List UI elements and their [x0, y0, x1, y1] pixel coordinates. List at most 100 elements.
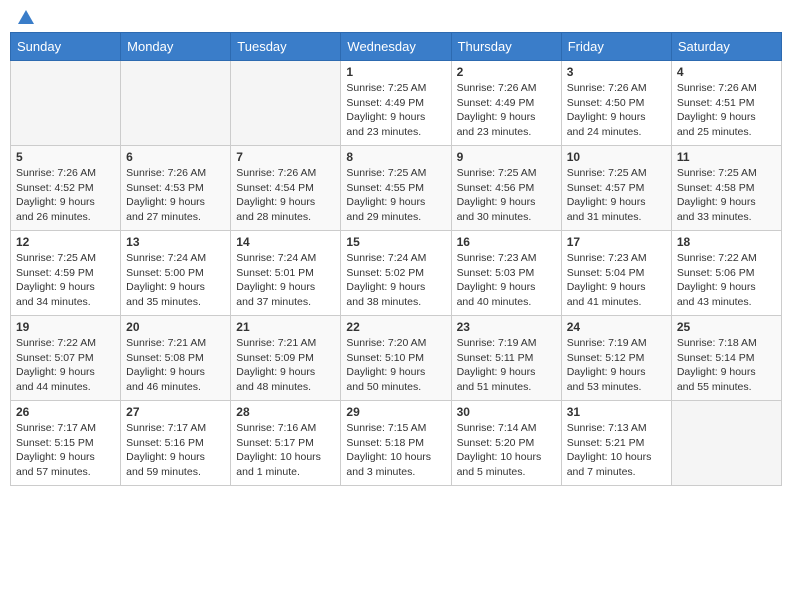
day-number: 16	[457, 235, 556, 249]
day-number: 26	[16, 405, 115, 419]
day-number: 11	[677, 150, 776, 164]
column-header-monday: Monday	[121, 33, 231, 61]
day-info: Sunrise: 7:25 AM Sunset: 4:56 PM Dayligh…	[457, 166, 556, 225]
calendar-header-row: SundayMondayTuesdayWednesdayThursdayFrid…	[11, 33, 782, 61]
day-number: 30	[457, 405, 556, 419]
day-number: 2	[457, 65, 556, 79]
calendar-cell: 17 Sunrise: 7:23 AM Sunset: 5:04 PM Dayli…	[561, 231, 671, 316]
calendar-week-2: 5 Sunrise: 7:26 AM Sunset: 4:52 PM Daylig…	[11, 146, 782, 231]
calendar-cell: 30 Sunrise: 7:14 AM Sunset: 5:20 PM Dayli…	[451, 401, 561, 486]
day-info: Sunrise: 7:25 AM Sunset: 4:59 PM Dayligh…	[16, 251, 115, 310]
day-number: 9	[457, 150, 556, 164]
day-number: 23	[457, 320, 556, 334]
calendar-cell: 22 Sunrise: 7:20 AM Sunset: 5:10 PM Dayli…	[341, 316, 451, 401]
calendar-cell: 27 Sunrise: 7:17 AM Sunset: 5:16 PM Dayli…	[121, 401, 231, 486]
calendar-cell	[11, 61, 121, 146]
day-number: 10	[567, 150, 666, 164]
calendar-cell: 10 Sunrise: 7:25 AM Sunset: 4:57 PM Dayli…	[561, 146, 671, 231]
day-number: 19	[16, 320, 115, 334]
day-info: Sunrise: 7:18 AM Sunset: 5:14 PM Dayligh…	[677, 336, 776, 395]
day-info: Sunrise: 7:19 AM Sunset: 5:12 PM Dayligh…	[567, 336, 666, 395]
calendar-cell: 15Sunrise: 7:24 AM Sunset: 5:02 PM Dayli…	[341, 231, 451, 316]
calendar-cell: 12 Sunrise: 7:25 AM Sunset: 4:59 PM Dayli…	[11, 231, 121, 316]
day-info: Sunrise: 7:21 AM Sunset: 5:09 PM Dayligh…	[236, 336, 335, 395]
day-number: 18	[677, 235, 776, 249]
column-header-wednesday: Wednesday	[341, 33, 451, 61]
logo	[14, 10, 36, 24]
calendar-cell: 14 Sunrise: 7:24 AM Sunset: 5:01 PM Dayli…	[231, 231, 341, 316]
calendar-cell: 24 Sunrise: 7:19 AM Sunset: 5:12 PM Dayli…	[561, 316, 671, 401]
calendar-week-3: 12 Sunrise: 7:25 AM Sunset: 4:59 PM Dayli…	[11, 231, 782, 316]
day-info: Sunrise: 7:21 AM Sunset: 5:08 PM Dayligh…	[126, 336, 225, 395]
calendar-cell: 29 Sunrise: 7:15 AM Sunset: 5:18 PM Dayli…	[341, 401, 451, 486]
day-info: Sunrise: 7:23 AM Sunset: 5:04 PM Dayligh…	[567, 251, 666, 310]
day-number: 13	[126, 235, 225, 249]
day-info: Sunrise: 7:25 AM Sunset: 4:49 PM Dayligh…	[346, 81, 445, 140]
calendar-week-1: 1Sunrise: 7:25 AM Sunset: 4:49 PM Daylig…	[11, 61, 782, 146]
day-number: 29	[346, 405, 445, 419]
day-number: 12	[16, 235, 115, 249]
calendar-table: SundayMondayTuesdayWednesdayThursdayFrid…	[10, 32, 782, 486]
day-info: Sunrise: 7:17 AM Sunset: 5:15 PM Dayligh…	[16, 421, 115, 480]
day-info: Sunrise: 7:22 AM Sunset: 5:06 PM Dayligh…	[677, 251, 776, 310]
calendar-cell: 1Sunrise: 7:25 AM Sunset: 4:49 PM Daylig…	[341, 61, 451, 146]
calendar-cell: 25 Sunrise: 7:18 AM Sunset: 5:14 PM Dayli…	[671, 316, 781, 401]
day-number: 27	[126, 405, 225, 419]
day-number: 15	[346, 235, 445, 249]
day-number: 8	[346, 150, 445, 164]
day-number: 17	[567, 235, 666, 249]
day-info: Sunrise: 7:15 AM Sunset: 5:18 PM Dayligh…	[346, 421, 445, 480]
column-header-sunday: Sunday	[11, 33, 121, 61]
day-number: 7	[236, 150, 335, 164]
day-info: Sunrise: 7:25 AM Sunset: 4:55 PM Dayligh…	[346, 166, 445, 225]
day-number: 24	[567, 320, 666, 334]
column-header-thursday: Thursday	[451, 33, 561, 61]
calendar-cell: 20 Sunrise: 7:21 AM Sunset: 5:08 PM Dayli…	[121, 316, 231, 401]
day-number: 22	[346, 320, 445, 334]
calendar-cell: 16 Sunrise: 7:23 AM Sunset: 5:03 PM Dayli…	[451, 231, 561, 316]
day-number: 3	[567, 65, 666, 79]
day-info: Sunrise: 7:24 AM Sunset: 5:00 PM Dayligh…	[126, 251, 225, 310]
calendar-cell: 2 Sunrise: 7:26 AM Sunset: 4:49 PM Daylig…	[451, 61, 561, 146]
calendar-cell: 11Sunrise: 7:25 AM Sunset: 4:58 PM Dayli…	[671, 146, 781, 231]
column-header-tuesday: Tuesday	[231, 33, 341, 61]
calendar-cell: 6Sunrise: 7:26 AM Sunset: 4:53 PM Daylig…	[121, 146, 231, 231]
calendar-week-4: 19Sunrise: 7:22 AM Sunset: 5:07 PM Dayli…	[11, 316, 782, 401]
day-number: 31	[567, 405, 666, 419]
calendar-cell: 19Sunrise: 7:22 AM Sunset: 5:07 PM Dayli…	[11, 316, 121, 401]
calendar-cell: 3 Sunrise: 7:26 AM Sunset: 4:50 PM Daylig…	[561, 61, 671, 146]
day-info: Sunrise: 7:23 AM Sunset: 5:03 PM Dayligh…	[457, 251, 556, 310]
day-number: 5	[16, 150, 115, 164]
calendar-cell: 31 Sunrise: 7:13 AM Sunset: 5:21 PM Dayli…	[561, 401, 671, 486]
day-info: Sunrise: 7:14 AM Sunset: 5:20 PM Dayligh…	[457, 421, 556, 480]
day-info: Sunrise: 7:26 AM Sunset: 4:50 PM Dayligh…	[567, 81, 666, 140]
day-info: Sunrise: 7:25 AM Sunset: 4:57 PM Dayligh…	[567, 166, 666, 225]
page-header	[10, 10, 782, 24]
calendar-cell: 21 Sunrise: 7:21 AM Sunset: 5:09 PM Dayli…	[231, 316, 341, 401]
calendar-week-5: 26 Sunrise: 7:17 AM Sunset: 5:15 PM Dayli…	[11, 401, 782, 486]
day-number: 14	[236, 235, 335, 249]
calendar-cell: 5 Sunrise: 7:26 AM Sunset: 4:52 PM Daylig…	[11, 146, 121, 231]
day-info: Sunrise: 7:26 AM Sunset: 4:51 PM Dayligh…	[677, 81, 776, 140]
day-number: 21	[236, 320, 335, 334]
calendar-cell: 9 Sunrise: 7:25 AM Sunset: 4:56 PM Daylig…	[451, 146, 561, 231]
day-info: Sunrise: 7:20 AM Sunset: 5:10 PM Dayligh…	[346, 336, 445, 395]
calendar-cell	[121, 61, 231, 146]
calendar-cell: 8 Sunrise: 7:25 AM Sunset: 4:55 PM Daylig…	[341, 146, 451, 231]
day-info: Sunrise: 7:17 AM Sunset: 5:16 PM Dayligh…	[126, 421, 225, 480]
day-number: 6	[126, 150, 225, 164]
day-number: 20	[126, 320, 225, 334]
day-info: Sunrise: 7:24 AM Sunset: 5:01 PM Dayligh…	[236, 251, 335, 310]
day-info: Sunrise: 7:16 AM Sunset: 5:17 PM Dayligh…	[236, 421, 335, 480]
calendar-cell	[231, 61, 341, 146]
calendar-cell: 18 Sunrise: 7:22 AM Sunset: 5:06 PM Dayli…	[671, 231, 781, 316]
calendar-cell: 13 Sunrise: 7:24 AM Sunset: 5:00 PM Dayli…	[121, 231, 231, 316]
logo-icon	[16, 8, 36, 28]
column-header-saturday: Saturday	[671, 33, 781, 61]
day-info: Sunrise: 7:26 AM Sunset: 4:49 PM Dayligh…	[457, 81, 556, 140]
calendar-cell: 7Sunrise: 7:26 AM Sunset: 4:54 PM Daylig…	[231, 146, 341, 231]
day-number: 4	[677, 65, 776, 79]
day-info: Sunrise: 7:13 AM Sunset: 5:21 PM Dayligh…	[567, 421, 666, 480]
day-info: Sunrise: 7:26 AM Sunset: 4:52 PM Dayligh…	[16, 166, 115, 225]
day-number: 25	[677, 320, 776, 334]
